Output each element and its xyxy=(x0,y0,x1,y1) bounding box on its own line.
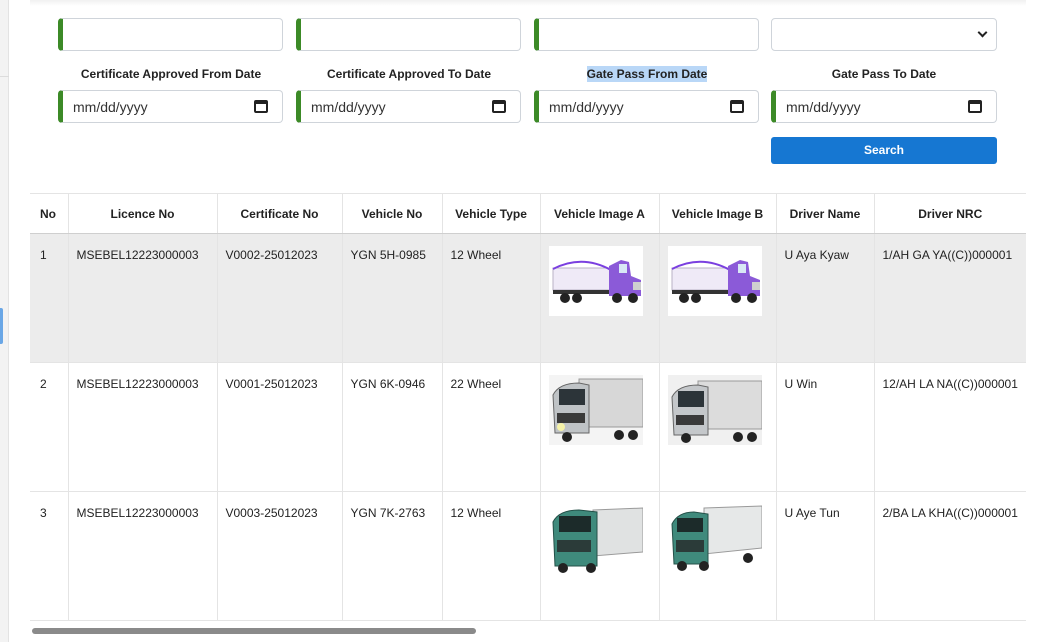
cell-vehicle-no: YGN 5H-0985 xyxy=(341,233,442,363)
column-header-licence-no[interactable]: Licence No xyxy=(67,193,217,234)
cert-approved-from-label: Certificate Approved From Date xyxy=(80,67,262,81)
column-header-vehicle-no[interactable]: Vehicle No xyxy=(341,193,442,234)
cell-driver-nrc: 1/AH GA YA((C))000001 xyxy=(873,233,1026,363)
right-gutter xyxy=(1026,0,1037,642)
green-truck-image[interactable] xyxy=(667,504,762,574)
column-header-vehicle-image-a[interactable]: Vehicle Image A xyxy=(539,193,659,234)
column-header-vehicle-image-b[interactable]: Vehicle Image B xyxy=(658,193,776,234)
cell-no: 1 xyxy=(30,233,68,363)
gate-pass-from-date-input[interactable]: mm/dd/yyyy xyxy=(534,90,759,123)
cell-licence-no: MSEBEL12223000003 xyxy=(67,362,217,492)
table-row[interactable]: 3 MSEBEL12223000003 V0003-25012023 YGN 7… xyxy=(30,491,1026,621)
silver-box-truck-image[interactable] xyxy=(667,375,762,445)
calendar-icon[interactable] xyxy=(968,100,982,113)
silver-box-truck-image[interactable] xyxy=(548,375,643,445)
cell-vehicle-image-a xyxy=(539,362,659,492)
table-header-row: No Licence No Certificate No Vehicle No … xyxy=(30,193,1026,234)
calendar-icon[interactable] xyxy=(730,100,744,113)
cell-vehicle-image-b xyxy=(658,491,776,621)
cell-no: 2 xyxy=(30,362,68,492)
search-button[interactable]: Search xyxy=(771,137,997,164)
date-placeholder: mm/dd/yyyy xyxy=(549,99,624,115)
top-shadow xyxy=(30,0,1026,6)
cell-driver-nrc: 12/AH LA NA((C))000001 xyxy=(873,362,1026,492)
side-tab-handle[interactable] xyxy=(0,308,3,344)
cell-vehicle-image-b xyxy=(658,233,776,363)
cell-no: 3 xyxy=(30,491,68,621)
horizontal-scrollbar[interactable] xyxy=(30,626,1026,636)
gate-pass-to-date-input[interactable]: mm/dd/yyyy xyxy=(771,90,997,123)
purple-semi-truck-image[interactable] xyxy=(548,246,643,316)
gate-pass-to-label: Gate Pass To Date xyxy=(831,67,937,81)
column-header-certificate-no[interactable]: Certificate No xyxy=(216,193,342,234)
table-row[interactable]: 1 MSEBEL12223000003 V0002-25012023 YGN 5… xyxy=(30,233,1026,363)
cell-licence-no: MSEBEL12223000003 xyxy=(67,491,217,621)
cell-certificate-no: V0001-25012023 xyxy=(216,362,342,492)
cell-driver-name: U Aya Kyaw xyxy=(775,233,874,363)
cert-approved-from-date-input[interactable]: mm/dd/yyyy xyxy=(58,90,283,123)
filter-input-3[interactable] xyxy=(534,18,759,51)
cell-driver-name: U Win xyxy=(775,362,874,492)
cell-certificate-no: V0003-25012023 xyxy=(216,491,342,621)
date-placeholder: mm/dd/yyyy xyxy=(786,99,861,115)
filter-input-2[interactable] xyxy=(296,18,521,51)
purple-semi-truck-image[interactable] xyxy=(667,246,762,316)
cell-vehicle-no: YGN 6K-0946 xyxy=(341,362,442,492)
cell-licence-no: MSEBEL12223000003 xyxy=(67,233,217,363)
date-placeholder: mm/dd/yyyy xyxy=(73,99,148,115)
cell-driver-nrc: 2/BA LA KHA((C))000001 xyxy=(873,491,1026,621)
left-page-strip xyxy=(0,0,9,642)
cell-vehicle-type: 22 Wheel xyxy=(441,362,540,492)
column-header-driver-name[interactable]: Driver Name xyxy=(775,193,874,234)
cert-approved-to-label: Certificate Approved To Date xyxy=(326,67,492,81)
column-header-driver-nrc[interactable]: Driver NRC xyxy=(873,193,1026,234)
cert-approved-to-date-input[interactable]: mm/dd/yyyy xyxy=(296,90,521,123)
cell-vehicle-type: 12 Wheel xyxy=(441,233,540,363)
table-row[interactable]: 2 MSEBEL12223000003 V0001-25012023 YGN 6… xyxy=(30,362,1026,492)
gate-pass-from-label: Gate Pass From Date xyxy=(586,66,708,82)
filter-input-1[interactable] xyxy=(58,18,283,51)
cell-vehicle-no: YGN 7K-2763 xyxy=(341,491,442,621)
cell-certificate-no: V0002-25012023 xyxy=(216,233,342,363)
cell-driver-name: U Aye Tun xyxy=(775,491,874,621)
cell-vehicle-image-a xyxy=(539,491,659,621)
green-truck-image[interactable] xyxy=(548,504,643,574)
calendar-icon[interactable] xyxy=(254,100,268,113)
column-header-no[interactable]: No xyxy=(30,193,68,234)
chevron-down-icon xyxy=(977,27,988,38)
vehicle-table: No Licence No Certificate No Vehicle No … xyxy=(30,193,1026,621)
cell-vehicle-image-b xyxy=(658,362,776,492)
cell-vehicle-type: 12 Wheel xyxy=(441,491,540,621)
column-header-vehicle-type[interactable]: Vehicle Type xyxy=(441,193,540,234)
date-placeholder: mm/dd/yyyy xyxy=(311,99,386,115)
filter-select[interactable] xyxy=(771,18,997,51)
scrollbar-thumb[interactable] xyxy=(32,628,476,634)
cell-vehicle-image-a xyxy=(539,233,659,363)
strip-divider xyxy=(0,76,9,77)
calendar-icon[interactable] xyxy=(492,100,506,113)
